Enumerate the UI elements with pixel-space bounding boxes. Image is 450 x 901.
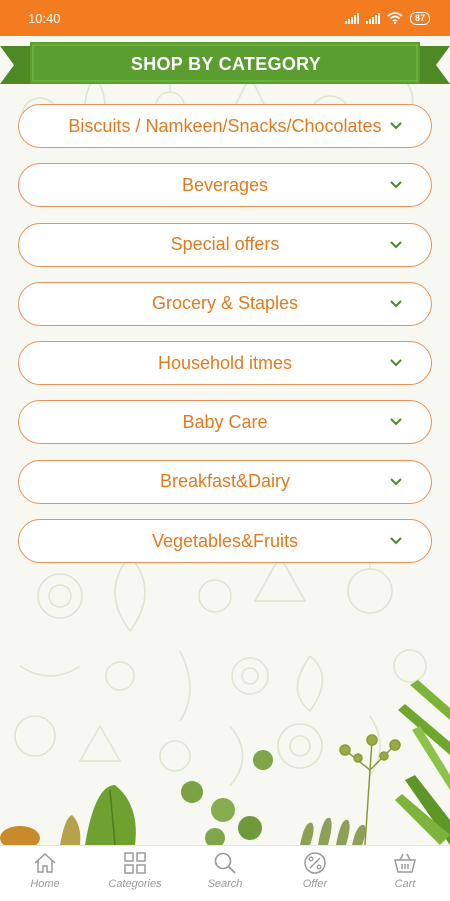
category-label: Breakfast&Dairy [159, 471, 291, 492]
chevron-down-icon [390, 122, 402, 130]
nav-home[interactable]: Home [0, 846, 90, 890]
battery-icon: 87 [409, 11, 430, 25]
wifi-icon [387, 12, 403, 24]
chevron-down-icon [390, 300, 402, 308]
nav-search[interactable]: Search [180, 846, 270, 890]
category-label: Household itmes [157, 352, 293, 373]
grid-icon [124, 852, 146, 874]
chevron-down-icon [390, 359, 402, 367]
status-time: 10:40 [28, 10, 61, 26]
category-item-grocery[interactable]: Grocery & Staples [18, 281, 432, 326]
category-item-special-offers[interactable]: Special offers [18, 222, 432, 267]
percent-icon [304, 852, 326, 874]
nav-label: Search [207, 878, 243, 890]
cart-icon [394, 853, 416, 873]
nav-cart[interactable]: Cart [360, 846, 450, 890]
chevron-down-icon [390, 478, 402, 486]
vegetables-illustration [0, 680, 450, 845]
category-item-breakfast-dairy[interactable]: Breakfast&Dairy [18, 459, 432, 504]
nav-label: Offer [302, 878, 328, 890]
nav-label: Home [30, 878, 60, 890]
category-label: Baby Care [182, 411, 268, 432]
chevron-down-icon [390, 418, 402, 426]
category-label: Vegetables&Fruits [151, 530, 299, 551]
home-icon [34, 852, 56, 873]
category-item-beverages[interactable]: Beverages [18, 163, 432, 208]
chevron-down-icon [390, 181, 402, 189]
status-bar: 10:40 87 [0, 0, 450, 36]
search-icon [214, 852, 236, 874]
page-title: SHOP BY CATEGORY [130, 53, 322, 74]
category-item-vegetables-fruits[interactable]: Vegetables&Fruits [18, 519, 432, 564]
chevron-down-icon [390, 240, 402, 249]
nav-label: Categories [108, 878, 162, 890]
category-item-baby-care[interactable]: Baby Care [18, 400, 432, 445]
signal-icon-2 [365, 12, 380, 24]
category-label: Special offers [170, 234, 280, 255]
nav-categories[interactable]: Categories [90, 846, 180, 890]
category-label: Grocery & Staples [151, 293, 299, 314]
category-list: Biscuits / Namkeen/Snacks/Chocolates Bev… [18, 104, 432, 578]
nav-offer[interactable]: Offer [270, 846, 360, 890]
status-icons: 87 [344, 11, 430, 25]
signal-icon [344, 12, 359, 24]
category-item-biscuits[interactable]: Biscuits / Namkeen/Snacks/Chocolates [18, 104, 432, 148]
bottom-nav: Home Categories Search Offer Cart [0, 845, 450, 901]
category-item-household[interactable]: Household itmes [18, 341, 432, 386]
category-label: Biscuits / Namkeen/Snacks/Chocolates [68, 115, 382, 136]
nav-label: Cart [394, 878, 416, 890]
category-label: Beverages [181, 174, 269, 195]
chevron-down-icon [390, 537, 402, 545]
